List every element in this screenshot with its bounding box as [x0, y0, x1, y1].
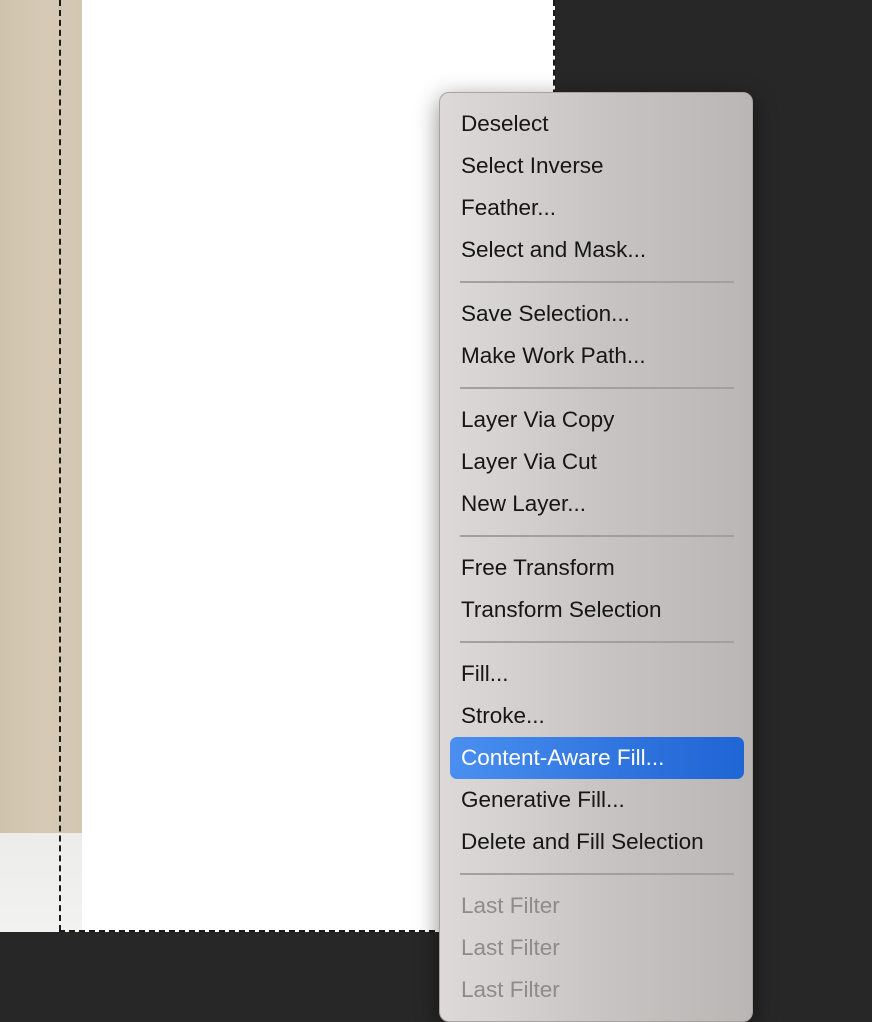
- menu-item-feather[interactable]: Feather...: [450, 187, 744, 229]
- menu-separator: [460, 281, 734, 283]
- selection-marquee-left-edge: [59, 0, 61, 931]
- menu-item-transform-selection[interactable]: Transform Selection: [450, 589, 744, 631]
- menu-item-last-filter: Last Filter: [461, 977, 560, 1002]
- menu-item-save-selection[interactable]: Save Selection...: [450, 293, 744, 335]
- menu-item-stroke[interactable]: Stroke...: [450, 695, 744, 737]
- menu-separator: [460, 535, 734, 537]
- menu-item-content-aware-fill[interactable]: Content-Aware Fill...: [450, 737, 744, 779]
- menu-item-fill[interactable]: Fill...: [450, 653, 744, 695]
- menu-item-make-work-path[interactable]: Make Work Path...: [450, 335, 744, 377]
- menu-separator: [460, 641, 734, 643]
- menu-item-layer-via-copy[interactable]: Layer Via Copy: [450, 399, 744, 441]
- menu-item-layer-via-cut[interactable]: Layer Via Cut: [450, 441, 744, 483]
- menu-item-generative-fill[interactable]: Generative Fill...: [450, 779, 744, 821]
- menu-item-deselect[interactable]: Deselect: [450, 103, 744, 145]
- menu-separator: [460, 873, 734, 875]
- menu-item-last-filter: Last Filter: [461, 893, 560, 918]
- menu-separator: [460, 387, 734, 389]
- menu-item-free-transform[interactable]: Free Transform: [450, 547, 744, 589]
- menu-item-last-filter: Last Filter: [461, 935, 560, 960]
- photo-floor-area: [0, 833, 82, 932]
- photo-layer-edge: [0, 0, 82, 932]
- selection-context-menu: Deselect Select Inverse Feather... Selec…: [439, 92, 753, 1022]
- menu-item-new-layer[interactable]: New Layer...: [450, 483, 744, 525]
- menu-item-select-inverse[interactable]: Select Inverse: [450, 145, 744, 187]
- menu-item-delete-and-fill-selection[interactable]: Delete and Fill Selection: [450, 821, 744, 863]
- menu-item-select-and-mask[interactable]: Select and Mask...: [450, 229, 744, 271]
